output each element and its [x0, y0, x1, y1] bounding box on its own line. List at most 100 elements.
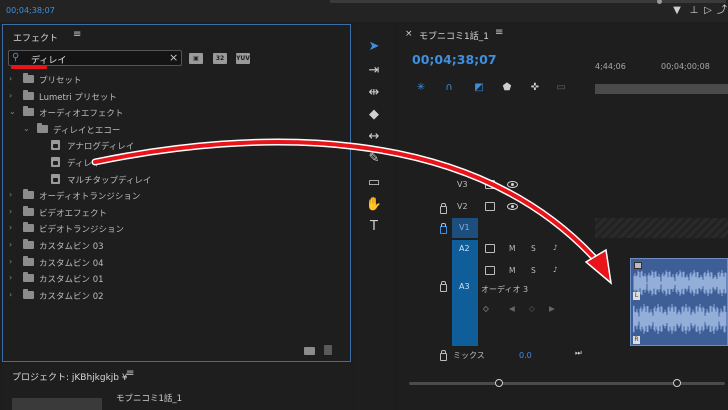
lock-icon[interactable] [440, 223, 447, 234]
next-keyframe-icon[interactable]: ▶ [549, 304, 555, 313]
tree-item-label: アナログディレイ [67, 142, 135, 153]
close-sequence-icon[interactable]: × [405, 29, 413, 39]
mute-button[interactable]: M [509, 244, 515, 253]
chevron-right-icon[interactable]: › [9, 91, 12, 100]
chevron-down-icon[interactable]: ⌄ [23, 124, 30, 133]
project-panel-menu-icon[interactable]: ≡ [126, 368, 134, 379]
keyframe-icon[interactable]: ◇ [483, 304, 489, 313]
sync-lock-icon[interactable] [485, 180, 495, 189]
new-bin-icon[interactable] [304, 347, 315, 355]
channel-label-left: L [633, 292, 640, 300]
slip-tool-icon[interactable]: ↔ [364, 128, 384, 146]
folder-item[interactable]: › カスタムビン 01 [3, 270, 348, 286]
project-thumbnail[interactable] [12, 398, 102, 410]
solo-button[interactable]: S [531, 266, 536, 275]
timeline-menu-icon[interactable]: ≡ [495, 27, 503, 38]
effects-panel-title[interactable]: エフェクト [13, 31, 58, 44]
folder-item[interactable]: ⌄ ディレイとエコー [3, 121, 348, 137]
track-label-v1: V1 [459, 223, 470, 232]
chevron-right-icon[interactable]: › [9, 74, 12, 83]
top-progress-bar[interactable] [330, 0, 726, 4]
linked-selection-icon[interactable]: ◩ [473, 82, 485, 94]
time-ruler[interactable]: 4;44;06 00;04;00;08 [595, 58, 728, 94]
mute-button[interactable]: M [509, 266, 515, 275]
clear-search-icon[interactable]: × [169, 51, 178, 64]
chevron-right-icon[interactable]: › [9, 257, 12, 266]
sync-lock-icon[interactable] [485, 244, 495, 253]
selection-tool-icon[interactable]: ➤ [364, 38, 384, 56]
nest-icon[interactable]: ✳ [415, 82, 427, 94]
effects-search-input[interactable]: ⚲ ディレイ × [8, 50, 182, 66]
chevron-down-icon[interactable]: ⌄ [9, 107, 16, 116]
lock-icon[interactable] [440, 281, 447, 292]
sync-lock-icon[interactable] [485, 202, 495, 211]
track-select-tool-icon[interactable]: ⇥ [364, 62, 384, 80]
audio-clip[interactable]: L R [630, 258, 728, 346]
chevron-right-icon[interactable]: › [9, 240, 12, 249]
sync-lock-icon[interactable] [485, 266, 495, 275]
folder-item[interactable]: › ビデオエフェクト [3, 204, 348, 220]
folder-icon [23, 189, 34, 200]
folder-item[interactable]: ⌄ オーディオエフェクト [3, 104, 348, 120]
pen-tool-icon[interactable]: ✎ [364, 150, 384, 168]
snap-icon[interactable]: ∩ [443, 82, 455, 94]
chevron-right-icon[interactable]: › [9, 223, 12, 232]
settings-wrench-icon[interactable]: ✜ [529, 82, 541, 94]
export-icon[interactable]: ⤴ [716, 5, 728, 17]
ripple-edit-tool-icon[interactable]: ⇹ [364, 84, 384, 102]
razor-tool-icon[interactable]: ◆ [364, 106, 384, 124]
effect-item[interactable]: アナログディレイ [3, 137, 348, 153]
effects-panel-menu-icon[interactable]: ≡ [73, 29, 81, 40]
add-marker-icon[interactable]: ⬟ [501, 82, 513, 94]
video-clip-area[interactable] [595, 218, 728, 238]
lock-icon[interactable] [440, 350, 447, 361]
folder-item[interactable]: › オーディオトランジション [3, 187, 348, 203]
step-icon[interactable]: ▷ [702, 5, 714, 17]
lock-icon[interactable] [440, 203, 447, 214]
folder-item[interactable]: › プリセット [3, 71, 348, 87]
folder-item[interactable]: › カスタムビン 04 [3, 254, 348, 270]
playhead-timecode[interactable]: 00;04;38;07 [412, 52, 497, 67]
accelerated-effects-filter-icon[interactable]: ▣ [189, 53, 203, 64]
scroll-handle-left[interactable] [495, 379, 503, 387]
scroll-handle-right[interactable] [673, 379, 681, 387]
hand-tool-icon[interactable]: ✋ [364, 196, 384, 214]
yuv-effects-filter-icon[interactable]: YUV [236, 53, 250, 64]
chevron-right-icon[interactable]: › [9, 273, 12, 282]
tree-item-label: カスタムビン 03 [39, 242, 104, 252]
microphone-icon[interactable]: ♪ [553, 265, 558, 274]
add-keyframe-icon[interactable]: ◇ [529, 304, 535, 313]
captions-icon[interactable]: ▭ [555, 82, 567, 94]
eye-icon[interactable] [507, 181, 518, 188]
folder-item[interactable]: › ビデオトランジション [3, 220, 348, 236]
folder-icon [23, 89, 34, 100]
chevron-right-icon[interactable]: › [9, 190, 12, 199]
chevron-right-icon[interactable]: › [9, 207, 12, 216]
32bit-effects-filter-icon[interactable]: 32 [213, 53, 227, 64]
effect-item[interactable]: ディレイ [3, 154, 348, 170]
folder-item[interactable]: › カスタムビン 02 [3, 287, 348, 303]
type-tool-icon[interactable]: T [364, 218, 384, 236]
eye-icon[interactable] [507, 203, 518, 210]
work-area-bar[interactable] [595, 84, 728, 94]
rectangle-tool-icon[interactable]: ▭ [364, 174, 384, 192]
project-panel-title[interactable]: プロジェクト: jKBhjkgkjb ¥ [12, 370, 128, 383]
prev-keyframe-icon[interactable]: ◀ [509, 304, 515, 313]
effect-item[interactable]: マルチタップディレイ [3, 171, 348, 187]
folder-item[interactable]: › カスタムビン 03 [3, 237, 348, 253]
folder-item[interactable]: › Lumetri プリセット [3, 88, 348, 104]
top-timecode: 00;04;38;07 [6, 6, 55, 15]
microphone-icon[interactable]: ♪ [553, 243, 558, 252]
marker-tool-icon[interactable]: ⊥ [688, 5, 700, 17]
solo-button[interactable]: S [531, 244, 536, 253]
project-item-name[interactable]: モブニコミ1話_1 [116, 392, 182, 404]
timeline-zoom-scrollbar[interactable] [409, 379, 725, 387]
delete-icon[interactable] [324, 345, 332, 355]
mix-volume-value[interactable]: 0.0 [519, 351, 532, 360]
go-to-edit-icon[interactable]: ⏭ [575, 348, 582, 358]
filter-icon[interactable]: ▼ [671, 5, 683, 17]
source-patch-a3[interactable] [452, 258, 478, 346]
sequence-tab[interactable]: モブニコミ1話_1 [419, 29, 489, 42]
progress-handle[interactable] [657, 0, 662, 4]
chevron-right-icon[interactable]: › [9, 290, 12, 299]
